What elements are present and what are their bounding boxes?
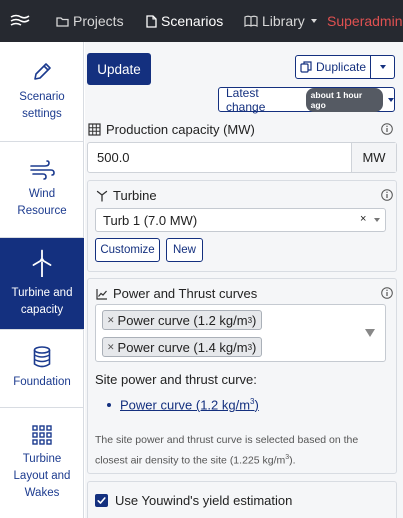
site-curve-link-close: ) (254, 397, 259, 413)
info-icon[interactable] (381, 189, 393, 201)
nav-projects-label: Projects (73, 13, 124, 29)
customize-button[interactable]: Customize (95, 238, 160, 262)
nav-scenarios[interactable]: Scenarios (146, 0, 223, 42)
sidebar: Scenario settings Wind Resource Turbine … (0, 42, 84, 518)
sidebar-item-label: Scenario (19, 90, 65, 103)
curve-tag[interactable]: ✕ Power curve (1.4 kg/m 3) (102, 337, 263, 357)
youwind-yield-row[interactable]: Use Youwind's yield estimation (87, 481, 397, 518)
chevron-down-icon[interactable] (374, 218, 380, 222)
site-curve-note: The site power and thrust curve is selec… (95, 431, 390, 470)
chevron-down-icon (310, 19, 317, 23)
turbine-small-icon (96, 190, 108, 202)
wind-icon (30, 159, 55, 180)
production-capacity-unit: MW (351, 143, 396, 172)
curve-tag-text: Power curve (1.2 kg/m (117, 312, 248, 328)
sidebar-item-label: Turbine and (11, 286, 73, 299)
nav-user-label: Superadmin (327, 13, 403, 29)
production-capacity-field[interactable]: 500.0 MW (87, 142, 397, 173)
site-curve-link-text: Power curve (1.2 kg/m (120, 397, 251, 413)
nav-scenarios-label: Scenarios (161, 13, 224, 29)
curve-tag-close: ) (252, 312, 257, 328)
site-curve-note-a: The site power and thrust curve is selec… (95, 434, 359, 467)
youwind-yield-label: Use Youwind's yield estimation (115, 492, 293, 508)
sidebar-item-label: Foundation (13, 376, 71, 388)
sidebar-item-layout-wakes[interactable]: Turbine Layout and Wakes (0, 408, 84, 518)
sidebar-item-label: settings (22, 107, 62, 120)
production-capacity-value[interactable]: 500.0 (88, 143, 351, 172)
youwind-yield-checkbox[interactable] (95, 493, 108, 507)
grid-icon (32, 424, 52, 445)
curves-label-text: Power and Thrust curves (113, 286, 258, 301)
curve-tag[interactable]: ✕ Power curve (1.2 kg/m 3) (102, 310, 263, 330)
info-icon[interactable] (381, 287, 393, 299)
sidebar-item-label: capacity (20, 303, 64, 316)
chevron-down-icon (379, 65, 386, 69)
sidebar-item-label: Layout and (13, 469, 71, 482)
nav-library[interactable]: Library (244, 0, 317, 42)
production-capacity-text: Production capacity (MW) (106, 122, 255, 137)
latest-change-label: Latest change (226, 85, 266, 114)
nav-user-menu[interactable]: Superadmin (327, 0, 403, 42)
curves-multiselect[interactable]: ✕ Power curve (1.2 kg/m 3) ✕ Power curve … (95, 304, 386, 362)
curve-tag-close: ) (252, 339, 257, 355)
clear-icon[interactable]: × (360, 213, 366, 225)
sidebar-item-turbine-capacity[interactable]: Turbine and capacity (0, 238, 84, 330)
sidebar-item-label: Wakes (24, 486, 60, 499)
turbine-select-value: Turb 1 (7.0 MW) (103, 212, 198, 228)
latest-change-button[interactable]: Latest change about 1 hour ago (218, 85, 395, 114)
bullet-icon (107, 403, 111, 407)
chevron-down-icon[interactable] (365, 329, 375, 337)
sidebar-item-label: Turbine (22, 452, 62, 465)
sidebar-item-label: Resource (17, 204, 67, 217)
sidebar-item-wind-resource[interactable]: Wind Resource (0, 142, 84, 238)
top-navbar: Projects Scenarios Library Superadmin (0, 0, 403, 42)
book-icon (244, 15, 258, 27)
database-icon (33, 346, 51, 368)
info-icon[interactable] (381, 123, 393, 135)
site-curve-link[interactable]: Power curve (1.2 kg/m3) (120, 397, 259, 412)
duplicate-button[interactable]: Duplicate (295, 55, 371, 79)
production-capacity-label: Production capacity (MW) (88, 122, 255, 137)
nav-projects[interactable]: Projects (56, 0, 124, 42)
folder-icon (56, 16, 69, 27)
turbine-label: Turbine (96, 188, 157, 203)
site-curve-note-b: ). (289, 454, 296, 467)
curve-tag-text: Power curve (1.4 kg/m (117, 339, 248, 355)
table-icon (88, 123, 101, 136)
sidebar-item-scenario-settings[interactable]: Scenario settings (0, 42, 84, 142)
curves-label: Power and Thrust curves (96, 286, 257, 301)
turbine-label-text: Turbine (113, 188, 157, 203)
new-turbine-button[interactable]: New (166, 238, 203, 262)
turbine-icon (32, 249, 52, 277)
turbine-select[interactable]: Turb 1 (7.0 MW) × (95, 208, 386, 232)
logo-icon (10, 14, 30, 26)
app-logo[interactable] (0, 0, 40, 42)
remove-tag-icon[interactable]: ✕ (107, 315, 115, 326)
copy-icon (300, 61, 312, 73)
line-chart-icon (96, 288, 107, 300)
sidebar-item-label: Wind (28, 187, 56, 200)
pencil-icon (34, 62, 51, 80)
chevron-down-icon (388, 97, 394, 102)
remove-tag-icon[interactable]: ✕ (107, 342, 115, 353)
duplicate-menu-toggle[interactable] (371, 55, 395, 79)
site-curve-label: Site power and thrust curve: (95, 372, 257, 387)
main-panel: Update Duplicate Latest change about 1 h… (85, 42, 403, 518)
duplicate-label: Duplicate (315, 60, 367, 74)
latest-change-badge: about 1 hour ago (305, 87, 383, 112)
sidebar-item-foundation[interactable]: Foundation (0, 330, 84, 408)
checkmark-icon (97, 496, 106, 504)
update-button[interactable]: Update (87, 53, 151, 85)
document-icon (146, 14, 157, 28)
nav-library-label: Library (262, 13, 305, 29)
